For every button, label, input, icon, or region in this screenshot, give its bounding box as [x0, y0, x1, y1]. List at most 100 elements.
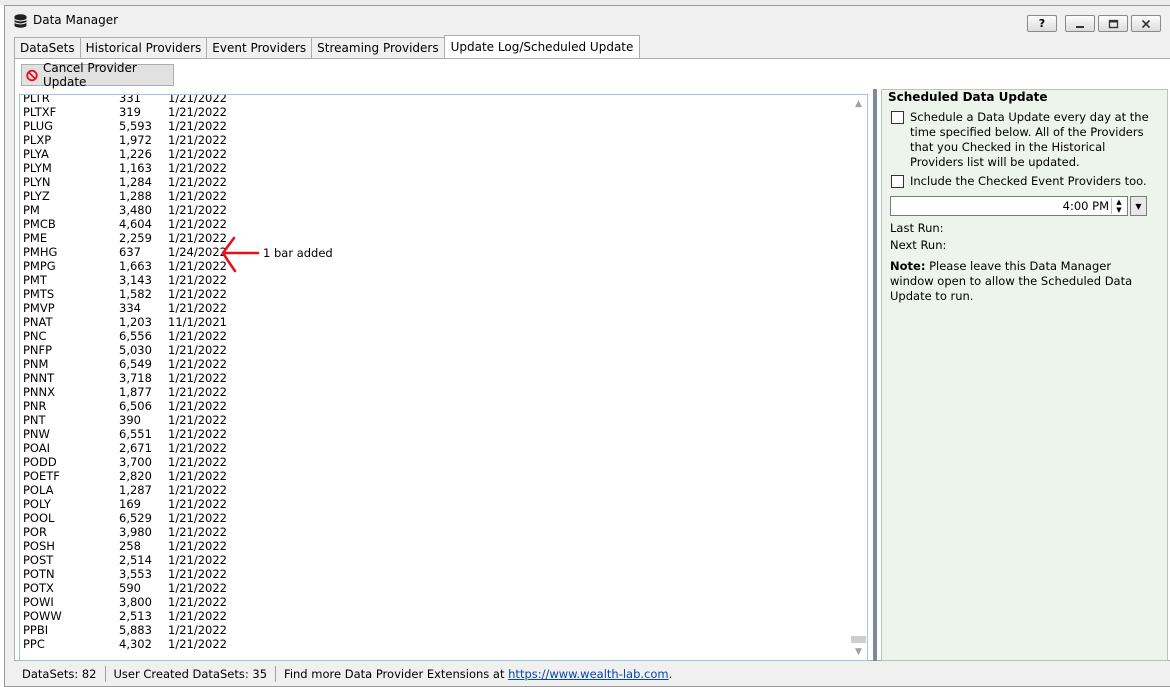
log-date: 1/21/2022: [168, 427, 227, 441]
log-date: 1/21/2022: [168, 119, 227, 133]
log-date: 1/21/2022: [168, 189, 227, 203]
log-date: 1/21/2022: [168, 273, 227, 287]
log-symbol: PMHG: [23, 245, 58, 259]
help-button[interactable]: ?: [1027, 15, 1057, 32]
log-symbol: PME: [23, 231, 48, 245]
time-spinner[interactable]: ▲ ▼: [1111, 198, 1126, 214]
time-dropdown-button[interactable]: ▼: [1130, 196, 1147, 216]
chevron-down-icon: ▼: [1135, 201, 1142, 211]
log-date: 11/1/2021: [168, 315, 227, 329]
status-find-more: Find more Data Provider Extensions at ht…: [276, 666, 680, 682]
spin-up-icon[interactable]: ▲: [1112, 198, 1126, 206]
log-date: 1/21/2022: [168, 301, 227, 315]
log-symbol: PLYA: [23, 147, 49, 161]
scroll-up-icon[interactable]: ▲: [850, 95, 867, 112]
log-bar-count: 1,287: [119, 483, 152, 497]
log-symbol: PMVP: [23, 301, 55, 315]
log-bar-count: 2,259: [119, 231, 152, 245]
log-symbol: POOL: [23, 511, 55, 525]
log-date: 1/21/2022: [168, 609, 227, 623]
update-time-picker[interactable]: 4:00 PM ▲ ▼: [890, 196, 1128, 216]
log-date: 1/21/2022: [168, 329, 227, 343]
log-bar-count: 5,883: [119, 623, 152, 637]
log-date: 1/21/2022: [168, 371, 227, 385]
log-bar-count: 1,284: [119, 175, 152, 189]
update-log-list[interactable]: PLTR 331 1/21/2022 PLTXF 319 1/21/2022 PLUG 5,5…: [19, 94, 868, 661]
log-symbol: POAI: [23, 441, 51, 455]
minimize-button[interactable]: [1065, 15, 1095, 32]
log-date: 1/21/2022: [168, 553, 227, 567]
tab-streaming-providers[interactable]: Streaming Providers: [311, 37, 445, 58]
log-bar-count: 5,030: [119, 343, 152, 357]
status-bar: DataSets: 82 User Created DataSets: 35 F…: [14, 663, 1170, 685]
help-label: ?: [1038, 17, 1046, 30]
find-more-text: Find more Data Provider Extensions at: [284, 667, 509, 681]
tab-historical-providers[interactable]: Historical Providers: [79, 37, 208, 58]
data-manager-window: Data Manager ? DataSets Historical Provi…: [4, 5, 1170, 687]
schedule-daily-checkbox[interactable]: [891, 111, 904, 124]
log-symbol: POLY: [23, 497, 51, 511]
log-symbol: PNR: [23, 399, 47, 413]
log-date: 1/21/2022: [168, 161, 227, 175]
log-bar-count: 3,480: [119, 203, 152, 217]
close-button[interactable]: [1131, 15, 1161, 32]
log-symbol: PNFP: [23, 343, 53, 357]
log-bar-count: 319: [119, 105, 141, 119]
log-date: 1/21/2022: [168, 259, 227, 273]
cancel-provider-update-button[interactable]: Cancel Provider Update: [21, 61, 174, 89]
log-date: 1/21/2022: [168, 203, 227, 217]
scheduled-update-note: Note: Please leave this Data Manager win…: [890, 259, 1155, 304]
wealth-lab-link[interactable]: https://www.wealth-lab.com: [508, 667, 668, 681]
log-symbol: PNT: [23, 413, 46, 427]
log-bar-count: 1,582: [119, 287, 152, 301]
window-title: Data Manager: [33, 13, 119, 27]
panel-splitter[interactable]: [873, 89, 877, 661]
update-time-value: 4:00 PM: [1062, 199, 1109, 213]
log-symbol: PODD: [23, 455, 57, 469]
link-suffix: .: [668, 667, 673, 681]
log-symbol: PPC: [23, 637, 45, 651]
tab-datasets[interactable]: DataSets: [14, 37, 81, 58]
log-date: 1/21/2022: [168, 231, 227, 245]
status-datasets-count: DataSets: 82: [14, 666, 106, 682]
log-date: 1/21/2022: [168, 94, 227, 105]
annotation-callout: 1 bar added: [220, 234, 360, 274]
scroll-thumb[interactable]: [851, 636, 866, 643]
log-date: 1/21/2022: [168, 567, 227, 581]
log-bar-count: 5,593: [119, 119, 152, 133]
log-bar-count: 4,604: [119, 217, 152, 231]
log-date: 1/21/2022: [168, 441, 227, 455]
log-symbol: PNNT: [23, 371, 55, 385]
tab-event-providers[interactable]: Event Providers: [206, 37, 313, 58]
log-symbol: PLXP: [23, 133, 52, 147]
status-user-datasets-count: User Created DataSets: 35: [106, 666, 277, 682]
log-bar-count: 1,226: [119, 147, 152, 161]
log-symbol: POWW: [23, 609, 62, 623]
log-date: 1/21/2022: [168, 525, 227, 539]
log-symbol: PNW: [23, 427, 50, 441]
log-date: 1/21/2022: [168, 343, 227, 357]
scheduled-update-title: Scheduled Data Update: [888, 90, 1048, 104]
log-date: 1/21/2022: [168, 357, 227, 371]
log-bar-count: 2,820: [119, 469, 152, 483]
log-symbol: POR: [23, 525, 47, 539]
log-date: 1/21/2022: [168, 623, 227, 637]
log-bar-count: 331: [119, 94, 141, 105]
include-events-checkbox[interactable]: [891, 175, 904, 188]
last-run-label: Last Run:: [890, 221, 944, 235]
log-bar-count: 3,800: [119, 595, 152, 609]
log-bar-count: 6,556: [119, 329, 152, 343]
log-date: 1/21/2022: [168, 133, 227, 147]
log-bar-count: 334: [119, 301, 141, 315]
log-date: 1/21/2022: [168, 147, 227, 161]
tab-update-log[interactable]: Update Log/Scheduled Update: [443, 35, 641, 58]
log-bar-count: 1,877: [119, 385, 152, 399]
log-symbol: POLA: [23, 483, 54, 497]
note-label: Note:: [890, 259, 926, 273]
vertical-scrollbar[interactable]: ▲ ▼: [850, 95, 867, 660]
scroll-down-icon[interactable]: ▼: [850, 643, 867, 660]
log-symbol: PLYZ: [23, 189, 50, 203]
no-entry-icon: [26, 69, 38, 81]
restore-button[interactable]: [1098, 15, 1128, 32]
spin-down-icon[interactable]: ▼: [1112, 206, 1126, 214]
